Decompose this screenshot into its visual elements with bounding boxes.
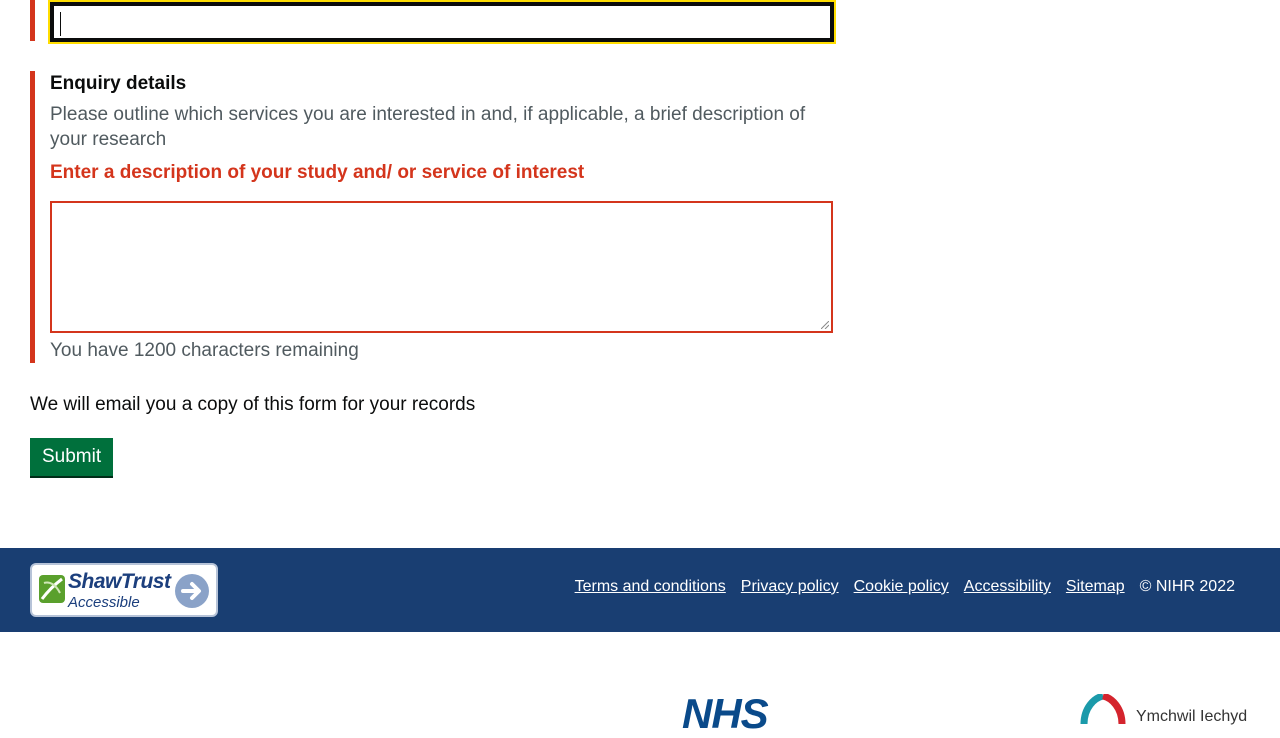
accessibility-link[interactable]: Accessibility xyxy=(964,578,1051,596)
cookie-link[interactable]: Cookie policy xyxy=(854,578,949,596)
error-bar xyxy=(30,0,35,41)
badge-name: ShawTrust xyxy=(68,570,171,593)
text-input-field[interactable] xyxy=(50,2,834,42)
badge-subtitle: Accessible xyxy=(68,594,140,611)
submit-button[interactable]: Submit xyxy=(30,438,114,476)
hcrw-logo-text[interactable]: Ymchwil Iechyd xyxy=(1136,708,1247,726)
error-message: Enter a description of your study and/ o… xyxy=(50,162,585,183)
focused-text-input[interactable] xyxy=(48,0,836,44)
enquiry-details-group: Enquiry details Please outline which ser… xyxy=(30,71,836,363)
footer-links: Terms and conditions Privacy policy Cook… xyxy=(575,578,1235,596)
error-bar xyxy=(30,71,35,363)
email-copy-note: We will email you a copy of this form fo… xyxy=(30,394,476,415)
text-caret xyxy=(60,12,61,36)
copyright: © NIHR 2022 xyxy=(1139,578,1235,595)
arrow-right-icon xyxy=(175,574,209,608)
terms-link[interactable]: Terms and conditions xyxy=(575,578,726,596)
enquiry-form: Enquiry details Please outline which ser… xyxy=(0,0,1280,548)
character-counter: You have 1200 characters remaining xyxy=(50,340,359,361)
sitemap-link[interactable]: Sitemap xyxy=(1066,578,1125,596)
nhs-logo[interactable]: NHS xyxy=(682,690,769,738)
site-footer: ShawTrust Accessible Terms and condition… xyxy=(0,548,1280,632)
partner-logos: NHS Ymchwil Iechyd xyxy=(0,632,1280,737)
resize-handle-icon[interactable] xyxy=(821,321,829,329)
shaw-trust-accessible-badge[interactable]: ShawTrust Accessible xyxy=(30,563,218,617)
enquiry-details-label: Enquiry details xyxy=(50,73,187,94)
shaw-trust-leaf-icon xyxy=(39,575,65,603)
enquiry-textarea[interactable] xyxy=(50,201,833,333)
enquiry-details-hint: Please outline which services you are in… xyxy=(50,104,806,150)
privacy-link[interactable]: Privacy policy xyxy=(741,578,839,596)
